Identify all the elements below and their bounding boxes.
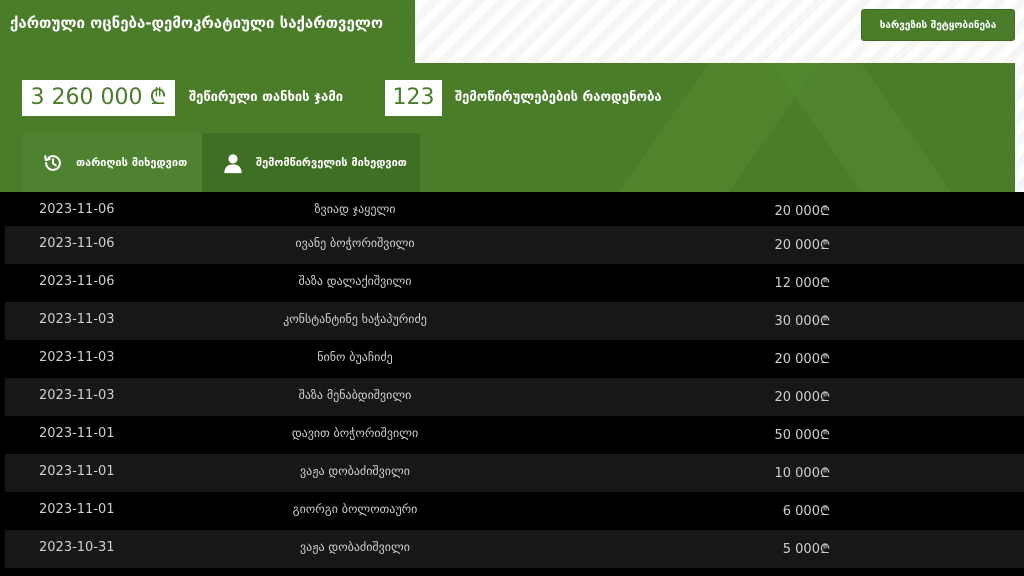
donations-table: 2023-11-06 ზვიად ჯაყელი 20 000₾ 2023-11-… [0,192,1024,576]
donation-date: 2023-11-06 [39,274,115,289]
donor-name: ზვიად ჯაყელი [314,202,396,216]
table-row: 2023-11-03 ნინო ბუაჩიძე 20 000₾ [5,340,1024,378]
donation-amount: 5 000₾ [782,542,830,557]
donation-amount: 12 000₾ [774,276,830,291]
donation-amount: 30 000₾ [774,314,830,329]
donation-amount: 6 000₾ [782,504,830,519]
donor-name: შაზა დალაქიშვილი [298,274,412,288]
donor-name: შაზა მენაბდიშვილი [298,388,412,402]
table-row: 2023-11-03 შაზა მენაბდიშვილი 20 000₾ [5,378,1024,416]
donation-date: 2023-11-01 [39,426,115,441]
donor-name: გიორგი ბოლოთაური [292,502,418,516]
donations-count-value: 123 [385,80,442,116]
summary-panel: 3 260 000 ₾ შეწირული თანხის ჯამი 123 შემ… [0,63,1015,192]
total-sum-label: შეწირული თანხის ჯამი [189,90,344,105]
user-icon [224,153,242,173]
table-row: 2023-10-31 ვაჟა დობაძიშვილი 5 000₾ [5,530,1024,568]
party-title-tab: ქართული ოცნება-დემოკრატიული საქართველო [0,0,415,64]
table-row: 2023-11-06 ზვიად ჯაყელი 20 000₾ [5,192,1024,230]
table-row: 2023-11-06 ივანე ბოჭორიშვილი 20 000₾ [5,226,1024,264]
donation-amount: 10 000₾ [774,466,830,481]
table-row: 2023-11-03 კონსტანტინე ხაჭაპურიძე 30 000… [5,302,1024,340]
donor-name: კონსტანტინე ხაჭაპურიძე [283,312,427,326]
donation-amount: 20 000₾ [774,352,830,367]
tab-by-donor[interactable]: შემომწირველის მიხედვით [202,133,420,192]
table-row: 2023-11-06 შაზა დალაქიშვილი 12 000₾ [5,264,1024,302]
table-row: 2023-11-01 დავით ბოჭორიშვილი 50 000₾ [5,416,1024,454]
donation-date: 2023-10-31 [39,540,115,555]
donation-date: 2023-11-01 [39,464,115,479]
donor-name: ვაჟა დობაძიშვილი [300,540,410,554]
tab-by-date[interactable]: თარიღის მიხედვით [22,133,202,192]
donation-date: 2023-11-03 [39,350,115,365]
donation-amount: 50 000₾ [774,428,830,443]
table-row: 2023-11-01 ვაჟა დობაძიშვილი 10 000₾ [5,454,1024,492]
donation-amount: 20 000₾ [774,390,830,405]
donor-name: ნინო ბუაჩიძე [317,350,393,364]
party-title: ქართული ოცნება-დემოკრატიული საქართველო [10,14,384,32]
total-sum-value: 3 260 000 ₾ [22,80,175,116]
history-icon [44,154,61,171]
tab-by-date-label: თარიღის მიხედვით [76,156,188,169]
donor-name: ივანე ბოჭორიშვილი [295,236,415,250]
donation-date: 2023-11-03 [39,312,115,327]
decorative-shape [756,63,974,192]
donation-date: 2023-11-03 [39,388,115,403]
donation-date: 2023-11-06 [39,236,115,251]
donation-amount: 20 000₾ [774,204,830,219]
view-tabs: თარიღის მიხედვით შემომწირველის მიხედვით [22,133,420,192]
report-issue-button[interactable]: ხარვეზის შეტყობინება [861,9,1015,41]
table-row: 2023-11-01 გიორგი ბოლოთაური 6 000₾ [5,492,1024,530]
donation-amount: 20 000₾ [774,238,830,253]
donation-date: 2023-11-01 [39,502,115,517]
donor-name: ვაჟა დობაძიშვილი [300,464,410,478]
donations-count-label: შემოწირულებების რაოდენობა [455,90,662,105]
tab-by-donor-label: შემომწირველის მიხედვით [256,156,407,169]
donor-name: დავით ბოჭორიშვილი [291,426,419,440]
donation-date: 2023-11-06 [39,202,115,217]
